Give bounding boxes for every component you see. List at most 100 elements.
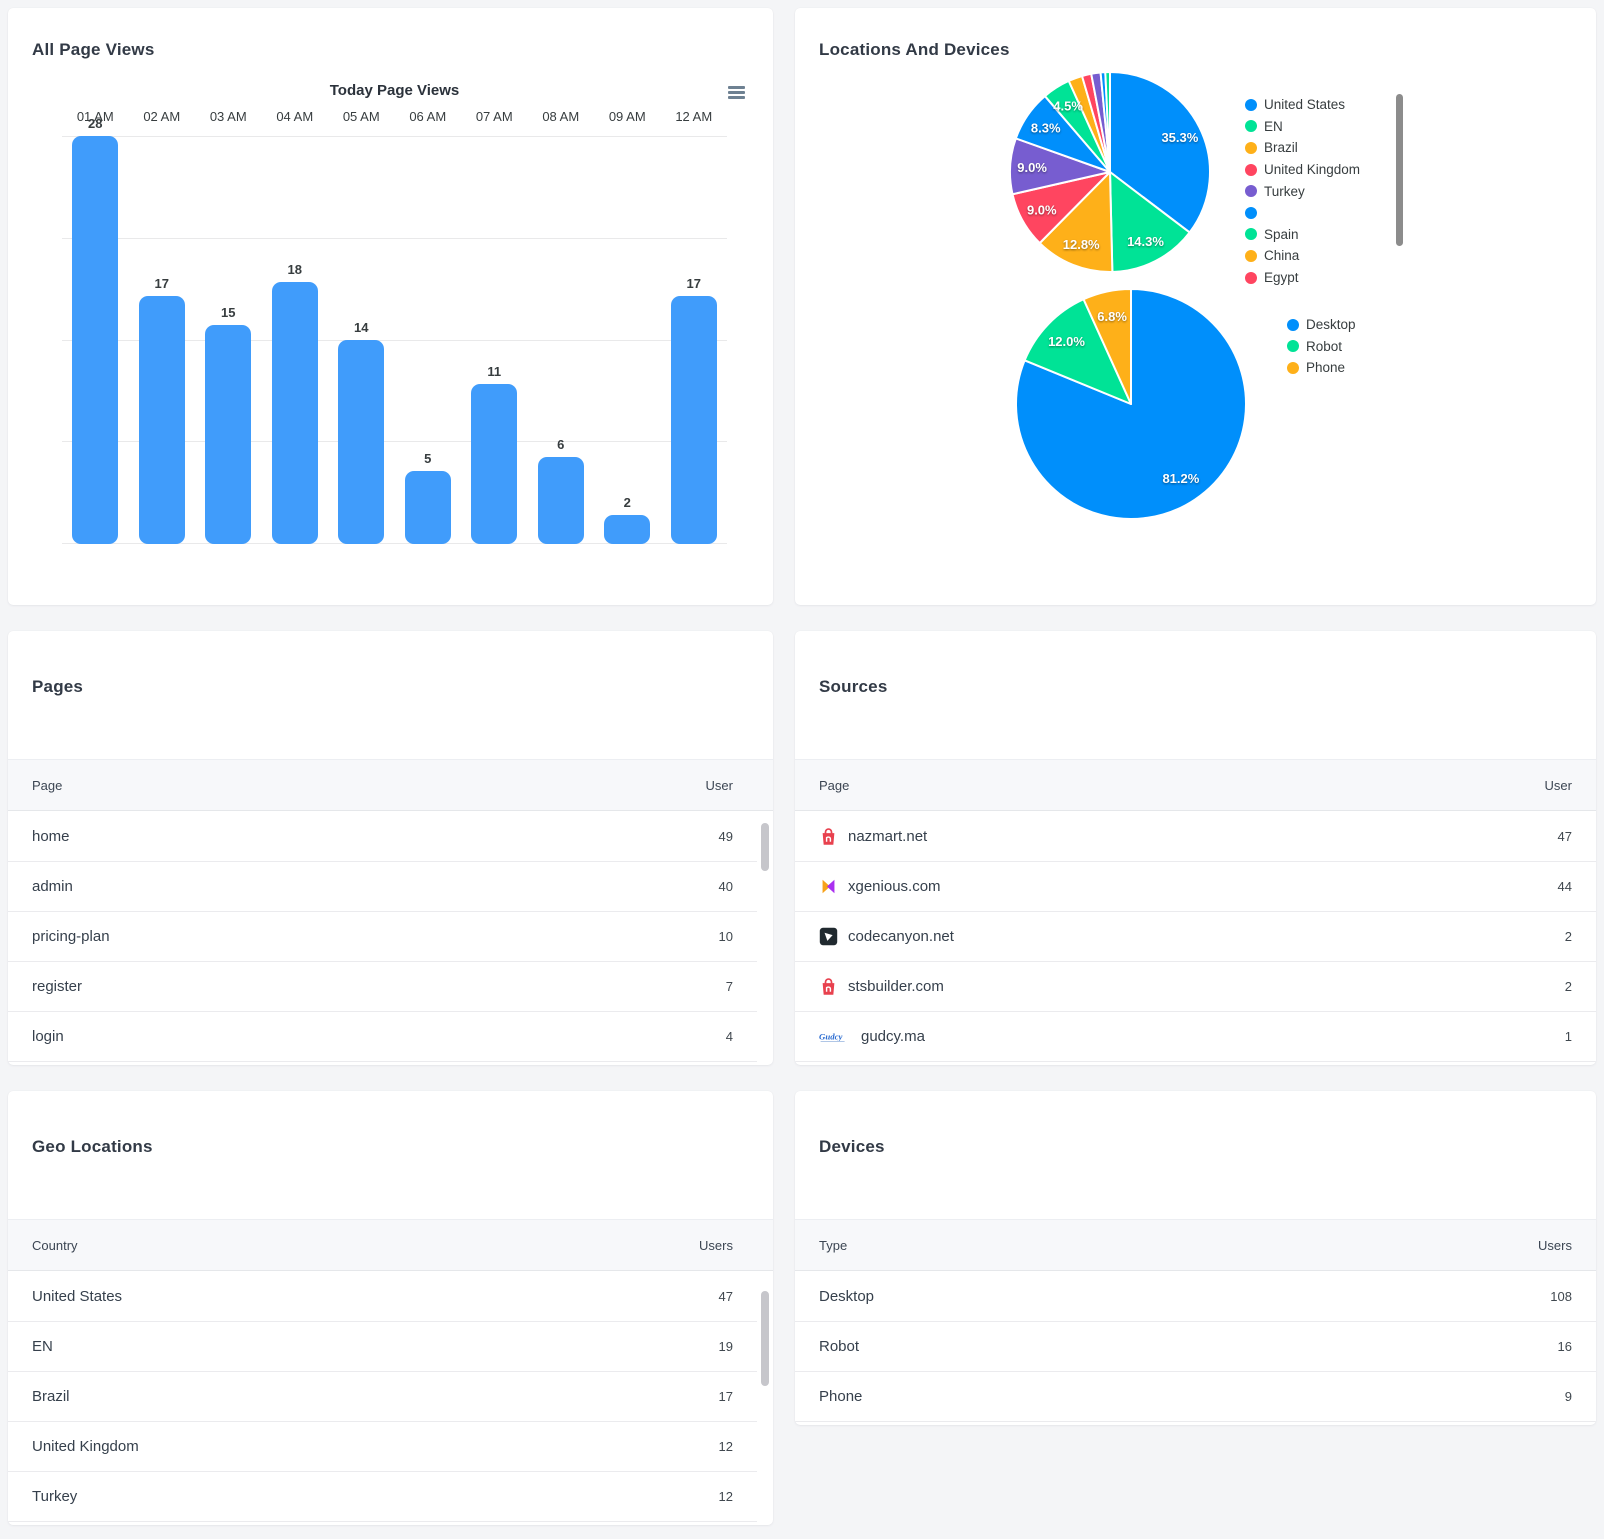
bar-slot: 5 (395, 136, 462, 544)
row-label: United States (32, 1288, 122, 1305)
legend-item[interactable]: Turkey (1245, 180, 1360, 202)
legend-item[interactable]: Egypt (1245, 267, 1360, 289)
row-value: 2 (1565, 979, 1572, 994)
x-axis-label: 07 AM (461, 109, 528, 124)
row-value: 47 (1558, 829, 1572, 844)
table-scrollbar[interactable] (761, 823, 769, 871)
chart-menu-icon[interactable] (728, 86, 745, 101)
row-label: codecanyon.net (848, 928, 954, 945)
devices-legend: Desktop Robot Phone (1287, 314, 1356, 379)
pages-table-body: home49admin40pricing-plan10register7 logi… (8, 812, 757, 1062)
bar-slot: 17 (661, 136, 728, 544)
legend-label: Brazil (1264, 140, 1298, 155)
legend-item[interactable]: Phone (1287, 357, 1356, 379)
devices-card-title: Devices (819, 1137, 885, 1157)
bar-value-label: 18 (262, 262, 329, 277)
bar-slot: 15 (195, 136, 262, 544)
row-label: EN (32, 1338, 53, 1355)
row-value: 12 (719, 1439, 733, 1454)
x-axis-label: 04 AM (262, 109, 329, 124)
legend-marker-icon (1245, 142, 1257, 154)
locations-pie-chart: 35.3%14.3%12.8%9.0%9.0%8.3%4.5% (1005, 67, 1215, 277)
locations-devices-card-title: Locations And Devices (819, 40, 1010, 60)
table-row: Desktop108 (795, 1272, 1596, 1322)
legend-item[interactable]: Robot (1287, 336, 1356, 358)
table-row: nazmart.net47 (795, 812, 1596, 862)
analytics-dashboard: All Page Views Today Page Views 01 AM02 … (8, 8, 1596, 1525)
pie-percent-label: 9.0% (1027, 202, 1057, 217)
legend-item[interactable]: Spain (1245, 224, 1360, 246)
legend-item[interactable]: United States (1245, 94, 1360, 116)
sources-card-title: Sources (819, 677, 888, 697)
legend-marker-icon (1245, 228, 1257, 240)
legend-item[interactable]: EN (1245, 116, 1360, 138)
legend-label: Robot (1306, 339, 1342, 354)
legend-label: EN (1264, 119, 1283, 134)
bar-value-label: 2 (594, 495, 661, 510)
legend-item[interactable] (1245, 202, 1360, 224)
bar-slot: 17 (129, 136, 196, 544)
row-value: 49 (719, 829, 733, 844)
row-value: 1 (1565, 1029, 1572, 1044)
svg-text:Gudcy: Gudcy (819, 1031, 843, 1041)
table-row: Brazil17 (8, 1372, 757, 1422)
bar-chart-title: Today Page Views (62, 82, 727, 99)
pie-percent-label: 12.0% (1048, 334, 1085, 349)
row-value: 9 (1565, 1389, 1572, 1404)
pie-percent-label: 9.0% (1017, 160, 1047, 175)
x-axis-label: 05 AM (328, 109, 395, 124)
legend-marker-icon (1245, 250, 1257, 262)
bar-value-label: 17 (129, 276, 196, 291)
table-header: Country Users (8, 1219, 773, 1271)
geo-locations-card-title: Geo Locations (32, 1137, 153, 1157)
legend-scrollbar[interactable] (1396, 94, 1403, 246)
stsbuilder-favicon-icon (819, 977, 838, 996)
legend-item[interactable]: China (1245, 245, 1360, 267)
table-row: pricing-plan10 (8, 912, 757, 962)
legend-label: Egypt (1264, 270, 1299, 285)
row-value: 12 (719, 1489, 733, 1504)
legend-item[interactable]: Brazil (1245, 137, 1360, 159)
legend-label: Desktop (1306, 317, 1356, 332)
row-label: Phone (819, 1388, 862, 1405)
row-label: login (32, 1028, 64, 1045)
row-label: Brazil (32, 1388, 70, 1405)
legend-item[interactable]: Desktop (1287, 314, 1356, 336)
legend-item[interactable]: United Kingdom (1245, 159, 1360, 181)
legend-marker-icon (1245, 272, 1257, 284)
x-axis-label: 08 AM (528, 109, 595, 124)
bar-value-label: 6 (528, 437, 595, 452)
bar (604, 515, 650, 544)
pie-percent-label: 14.3% (1127, 234, 1164, 249)
table-scrollbar[interactable] (761, 1291, 769, 1386)
xgenious-favicon-icon (819, 877, 838, 896)
table-row: home49 (8, 812, 757, 862)
bar (72, 136, 118, 544)
bar-chart: 28171518145116217 (62, 136, 727, 544)
codecanyon-favicon-icon (819, 927, 838, 946)
sources-card: Sources Page User nazmart.net47xgenious.… (795, 631, 1596, 1065)
sources-table-body: nazmart.net47xgenious.com44 codecanyon.ne… (795, 812, 1596, 1062)
gudcy-favicon-icon: Gudcy (819, 1030, 851, 1044)
locations-devices-card: Locations And Devices 35.3%14.3%12.8%9.0… (795, 8, 1596, 605)
table-row: register7 (8, 962, 757, 1012)
column-header-users: Users (1538, 1238, 1572, 1253)
legend-marker-icon (1245, 164, 1257, 176)
row-value: 47 (719, 1289, 733, 1304)
column-header-user: User (1545, 778, 1572, 793)
legend-marker-icon (1287, 319, 1299, 331)
bar-value-label: 28 (62, 116, 129, 131)
bar-value-label: 17 (661, 276, 728, 291)
legend-label: China (1264, 248, 1299, 263)
row-value: 10 (719, 929, 733, 944)
legend-marker-icon (1245, 99, 1257, 111)
column-header-user: User (706, 778, 733, 793)
x-axis-label: 12 AM (661, 109, 728, 124)
pages-card: Pages Page User home49admin40pricing-pla… (8, 631, 773, 1065)
pie-percent-label: 4.5% (1053, 99, 1083, 114)
legend-marker-icon (1245, 207, 1257, 219)
table-row: xgenious.com44 (795, 862, 1596, 912)
table-row: admin40 (8, 862, 757, 912)
bar (538, 457, 584, 544)
bar (338, 340, 384, 544)
